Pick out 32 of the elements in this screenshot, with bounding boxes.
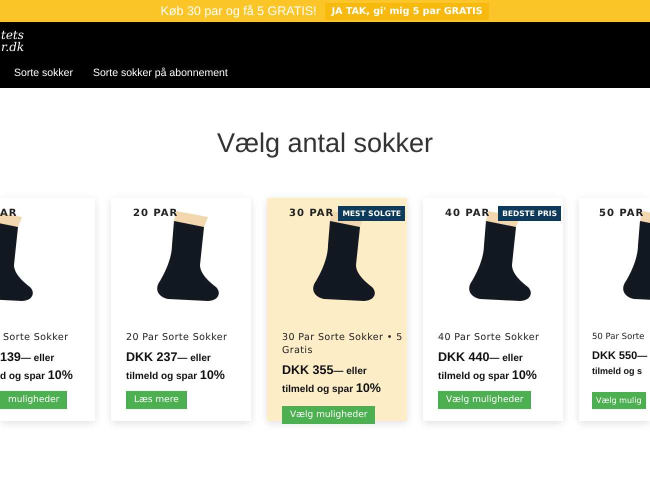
- product-button[interactable]: Læs mere: [126, 391, 187, 409]
- product-title: 40 Par Sorte Sokker: [438, 331, 540, 344]
- product-title: Sorte Sokker: [2, 331, 70, 344]
- product-price: 139— eller: [0, 350, 56, 364]
- subscription-text: tilmeld og spar 10%: [126, 368, 226, 382]
- product-button[interactable]: Vælg mulig: [592, 392, 646, 409]
- product-button[interactable]: Vælg muligheder: [438, 391, 532, 409]
- logo-text[interactable]: r.dk: [1, 41, 650, 53]
- product-button[interactable]: Vælg muligheder: [282, 406, 376, 424]
- logo-text[interactable]: tets: [1, 29, 650, 41]
- subscription-text: tilmeld og s: [592, 366, 644, 376]
- product-price: DKK 237— eller: [126, 350, 212, 364]
- product-title: 50 Par Sorte: [592, 331, 646, 344]
- quantity-label: 20 PAR: [133, 208, 178, 219]
- quantity-label: 30 PAR: [289, 208, 334, 219]
- nav-link[interactable]: Sorte sokker: [14, 67, 73, 79]
- quantity-label: 40 PAR: [445, 208, 490, 219]
- product-price: DKK 355— eller: [282, 363, 368, 377]
- product-title: 30 Par Sorte Sokker • 5 Gratis: [282, 331, 404, 357]
- product-price: DKK 440— eller: [438, 350, 524, 364]
- subscription-text: tilmeld og spar 10%: [438, 368, 538, 382]
- nav-link[interactable]: Sorte sokker på abonnement: [92, 67, 228, 79]
- product-button[interactable]: muligheder: [0, 391, 68, 409]
- quantity-label: 50 PAR: [599, 208, 644, 219]
- product-title: 20 Par Sorte Sokker: [126, 331, 228, 344]
- promo-text: Køb 30 par og få 5 GRATIS!: [160, 4, 317, 18]
- page-heading: Vælg antal sokker: [216, 128, 434, 160]
- promo-button[interactable]: JA TAK, gi' mig 5 par GRATIS: [324, 2, 490, 20]
- quantity-label: AR: [0, 208, 18, 219]
- subscription-text: d og spar 10%: [0, 368, 74, 382]
- product-price: DKK 550—: [592, 350, 648, 362]
- subscription-text: tilmeld og spar 10%: [282, 381, 382, 395]
